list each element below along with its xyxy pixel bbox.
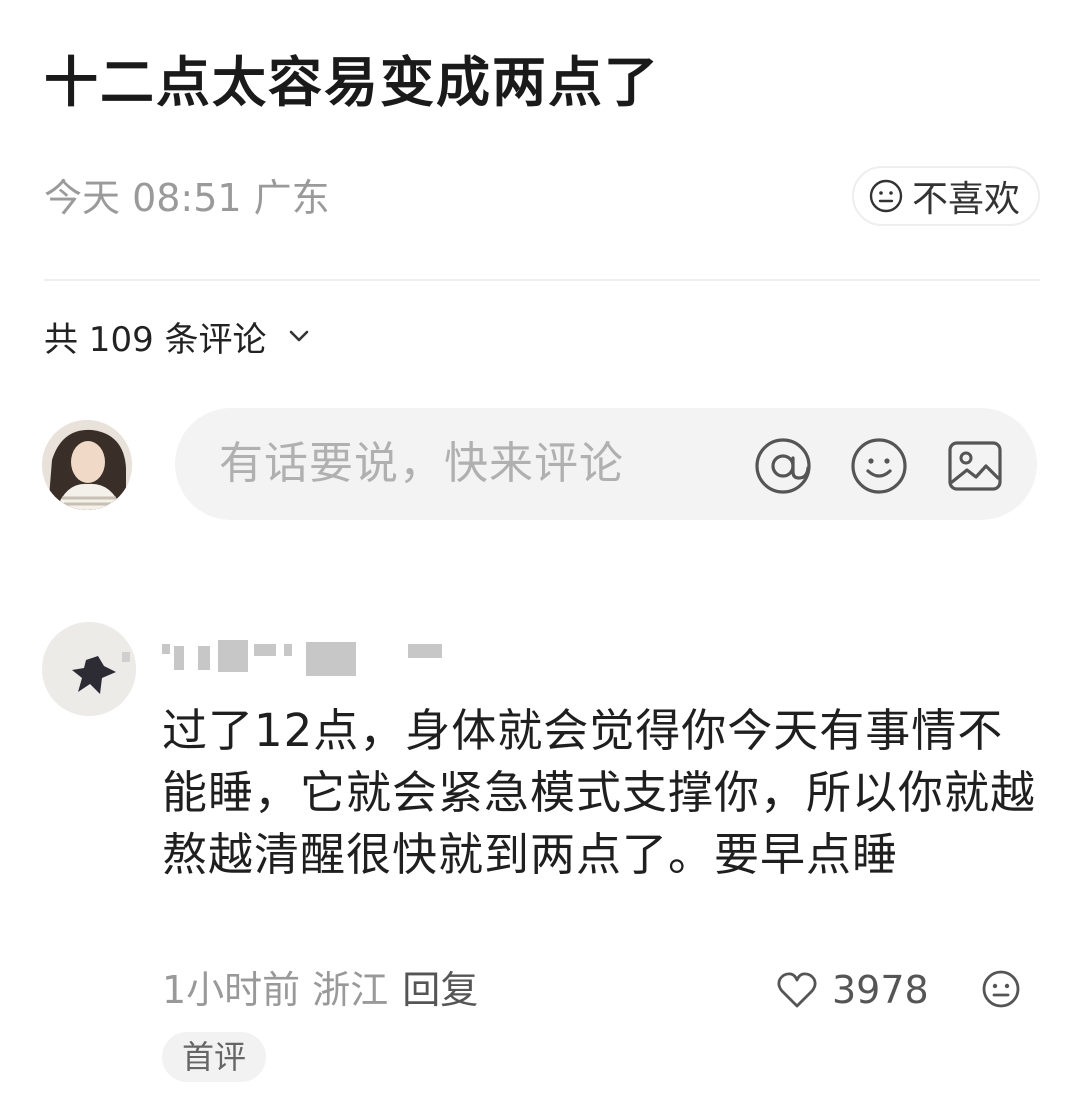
comment-time-location: 1小时前 浙江 <box>162 968 389 1012</box>
post-meta-row: 今天 08:51 广东 不喜欢 <box>44 166 1040 226</box>
reply-button[interactable]: 回复 <box>402 968 478 1012</box>
commenter-username-redacted <box>162 628 452 676</box>
neutral-face-icon <box>869 179 903 213</box>
heart-icon <box>777 972 817 1008</box>
dislike-button[interactable]: 不喜欢 <box>851 166 1040 226</box>
dislike-label: 不喜欢 <box>911 179 1020 220</box>
post-title: 十二点太容易变成两点了 <box>44 51 660 114</box>
smiley-icon[interactable] <box>849 436 909 496</box>
comment-text: 过了12点，身体就会觉得你今天有事情不能睡，它就会紧急模式支撑你，所以你就越熬越… <box>162 704 1037 881</box>
commenter-avatar[interactable] <box>42 622 136 716</box>
post-meta: 今天 08:51 广东 <box>44 176 330 220</box>
comment-count-toggle[interactable]: 共 109 条评论 <box>44 308 313 364</box>
comment-input-placeholder[interactable]: 有话要说，快来评论 <box>219 408 624 520</box>
comment-meta: 1小时前 浙江 回复 <box>162 962 478 1018</box>
at-icon[interactable] <box>753 436 813 496</box>
chevron-down-icon <box>289 330 308 342</box>
neutral-face-icon[interactable] <box>980 968 1022 1010</box>
first-comment-badge: 首评 <box>162 1032 267 1082</box>
comment-input-box[interactable]: 有话要说，快来评论 <box>175 408 1037 520</box>
avatar-image <box>42 622 136 716</box>
like-button[interactable]: 3978 <box>776 962 929 1018</box>
post-detail-page: 十二点太容易变成两点了 今天 08:51 广东 不喜欢 共 109 条评论 有话… <box>0 0 1080 1106</box>
image-icon[interactable] <box>945 436 1005 496</box>
like-count: 3978 <box>832 968 929 1012</box>
my-avatar[interactable] <box>42 420 132 510</box>
avatar-image <box>42 420 132 510</box>
divider <box>44 279 1040 281</box>
comment-count-label: 共 109 条评论 <box>44 319 267 360</box>
